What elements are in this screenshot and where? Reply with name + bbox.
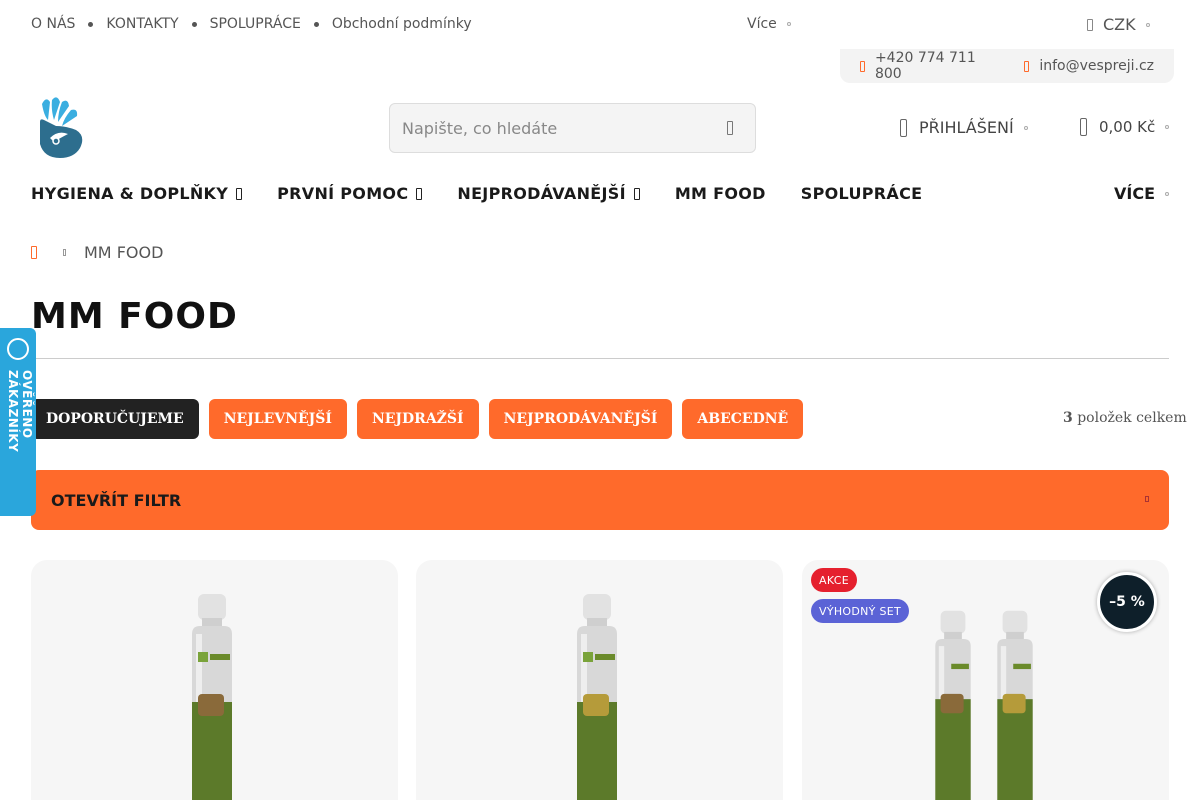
nav-item-cooperation[interactable]: SPOLUPRÁCE xyxy=(801,184,923,203)
product-card[interactable] xyxy=(31,560,398,800)
nav-item-label: HYGIENA & DOPLŇKY xyxy=(31,184,229,203)
chevron-down-icon xyxy=(1145,496,1149,502)
chevron-down-icon xyxy=(1165,191,1170,196)
nav-more-label: VÍCE xyxy=(1114,184,1156,203)
nav-item-label: NEJPRODÁVANĚJŠÍ xyxy=(457,184,626,203)
breadcrumb-current: MM FOOD xyxy=(84,243,164,262)
search-box xyxy=(389,103,756,153)
product-card[interactable] xyxy=(416,560,783,800)
product-image xyxy=(935,610,971,800)
login-button[interactable]: PŘIHLÁŠENÍ xyxy=(900,118,1028,137)
sort-options: DOPORUČUJEME NEJLEVNĚJŠÍ NEJDRAŽŠÍ NEJPR… xyxy=(31,399,813,439)
top-link-contacts[interactable]: KONTAKTY xyxy=(106,16,178,32)
sort-alphabetical-button[interactable]: ABECEDNĚ xyxy=(682,399,804,439)
nav-item-mm-food[interactable]: MM FOOD xyxy=(675,184,766,203)
nav-item-first-aid[interactable]: PRVNÍ POMOC xyxy=(277,184,423,203)
currency-label: CZK xyxy=(1103,15,1136,34)
search-icon[interactable] xyxy=(727,121,733,135)
sort-recommended-button[interactable]: DOPORUČUJEME xyxy=(31,399,199,439)
nav-item-label: SPOLUPRÁCE xyxy=(800,184,923,203)
chevron-down-icon xyxy=(786,22,791,26)
top-link-cooperation[interactable]: SPOLUPRÁCE xyxy=(210,16,301,32)
contact-email[interactable]: info@vespreji.cz xyxy=(1024,58,1154,74)
cart-total: 0,00 Kč xyxy=(1099,118,1156,136)
phone-icon xyxy=(860,60,865,72)
items-count: 3 položek celkem xyxy=(1063,410,1187,426)
chevron-down-icon xyxy=(236,187,243,200)
nav-item-label: MM FOOD xyxy=(674,184,766,203)
separator-dot xyxy=(191,21,197,27)
product-image xyxy=(577,594,617,800)
breadcrumb: MM FOOD xyxy=(31,243,163,262)
top-links: O NÁS KONTAKTY SPOLUPRÁCE Obchodní podmí… xyxy=(31,16,472,32)
mail-icon xyxy=(1024,60,1030,72)
chevron-down-icon xyxy=(633,187,640,200)
email-address: info@vespreji.cz xyxy=(1039,58,1154,74)
currency-selector[interactable]: CZK xyxy=(1087,15,1150,34)
open-filter-button[interactable]: OTEVŘÍT FILTR xyxy=(31,470,1169,530)
search-input[interactable] xyxy=(402,118,702,138)
nav-item-hygiene[interactable]: HYGIENA & DOPLŇKY xyxy=(31,184,243,203)
discount-badge: –5 % xyxy=(1097,572,1157,632)
chevron-down-icon xyxy=(1145,22,1150,27)
nav-item-bestsellers[interactable]: NEJPRODÁVANĚJŠÍ xyxy=(457,184,640,203)
top-link-about[interactable]: O NÁS xyxy=(31,16,75,32)
items-count-number: 3 xyxy=(1063,410,1073,426)
cart-icon xyxy=(1080,118,1087,136)
contact-phone[interactable]: +420 774 711 800 xyxy=(860,50,1004,82)
chevron-down-icon xyxy=(416,187,423,200)
logo[interactable] xyxy=(36,96,86,160)
user-icon xyxy=(900,118,907,137)
chevron-down-icon xyxy=(1023,125,1028,130)
login-label: PŘIHLÁŠENÍ xyxy=(919,118,1014,137)
bundle-badge: VÝHODNÝ SET xyxy=(811,599,910,623)
sort-cheapest-button[interactable]: NEJLEVNĚJŠÍ xyxy=(208,399,347,439)
contact-bar: +420 774 711 800 info@vespreji.cz xyxy=(840,49,1174,83)
chevron-down-icon xyxy=(1165,125,1170,129)
chevron-right-icon xyxy=(63,249,66,256)
sale-badge: AKCE xyxy=(811,568,857,592)
main-nav: HYGIENA & DOPLŇKY PRVNÍ POMOC NEJPRODÁVA… xyxy=(31,184,957,203)
page-title: MM FOOD xyxy=(31,296,238,337)
top-link-terms[interactable]: Obchodní podmínky xyxy=(332,16,472,32)
product-image xyxy=(997,610,1033,800)
home-icon[interactable] xyxy=(31,246,37,259)
phone-number: +420 774 711 800 xyxy=(874,50,976,82)
trust-badge-label: OVĚŘENO ZÁKAZNÍKY xyxy=(6,370,34,453)
sort-most-expensive-button[interactable]: NEJDRAŽŠÍ xyxy=(356,399,479,439)
items-count-label: položek celkem xyxy=(1077,410,1187,426)
top-more-menu[interactable]: Více xyxy=(747,16,791,32)
filter-label: OTEVŘÍT FILTR xyxy=(51,490,182,510)
nav-more-menu[interactable]: VÍCE xyxy=(1114,184,1170,203)
separator-dot xyxy=(88,21,94,27)
top-bar: O NÁS KONTAKTY SPOLUPRÁCE Obchodní podmí… xyxy=(0,0,1200,50)
verified-seal-icon xyxy=(7,338,29,360)
trust-badge[interactable]: OVĚŘENO ZÁKAZNÍKY xyxy=(0,328,36,516)
separator-dot xyxy=(313,21,319,27)
cart-button[interactable]: 0,00 Kč xyxy=(1080,118,1170,136)
currency-icon xyxy=(1087,18,1093,31)
sort-bestselling-button[interactable]: NEJPRODÁVANĚJŠÍ xyxy=(488,399,673,439)
nav-item-label: PRVNÍ POMOC xyxy=(277,184,409,203)
top-more-label: Více xyxy=(747,16,777,32)
product-image xyxy=(192,594,232,800)
divider xyxy=(31,358,1169,359)
